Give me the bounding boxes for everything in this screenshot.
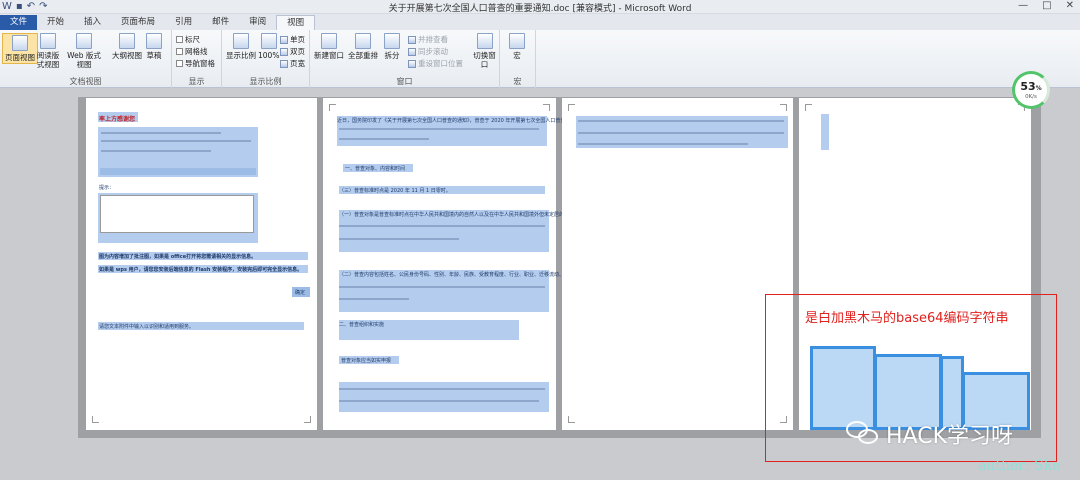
group-window: 新建窗口 全部重排 拆分 并排查看 同步滚动 重设窗口位置 切换窗口 窗口 [310,30,500,88]
tab-mailings[interactable]: 邮件 [202,15,239,30]
author-credit: auther: Ske [978,458,1061,474]
switch-windows-button[interactable]: 切换窗口 [470,33,499,69]
print-layout-button[interactable]: 页面视图 [2,33,38,64]
network-speed-badge[interactable]: 53% 0K/s [1012,71,1050,109]
window-title: 关于开展第七次全国人口普查的重要通知.doc [兼容模式] - Microsof… [388,4,692,14]
macros-button[interactable]: 宏 [509,33,525,60]
wechat-icon [846,421,880,447]
synchronous-scrolling-button[interactable]: 同步滚动 [408,46,448,57]
group-label: 窗口 [396,77,413,86]
magnifier-icon [233,33,249,49]
input-box [100,195,254,233]
page-1[interactable]: 率上方感谢您 提示： 图为内容增加了批注图，如果是 office打开将您需请相关… [86,98,317,430]
new-window-icon [321,33,337,49]
tab-view[interactable]: 视图 [276,15,316,30]
zoom-100-button[interactable]: 100% [258,33,279,60]
window-controls: — □ ✕ [1018,0,1074,11]
group-label: 文档视图 [69,77,102,86]
full-screen-reading-button[interactable]: 阅读版式视图 [34,33,62,69]
outline-icon [119,33,135,49]
tab-file[interactable]: 文件 [0,15,38,30]
arrange-all-button[interactable]: 全部重排 [348,33,378,60]
reading-view-icon [40,33,56,49]
zoom-button[interactable]: 显示比例 [226,33,256,60]
tab-insert[interactable]: 插入 [74,15,111,30]
tab-home[interactable]: 开始 [37,15,74,30]
navigation-pane-checkbox[interactable]: 导航窗格 [176,58,215,69]
tab-page-layout[interactable]: 页面布局 [111,15,165,30]
gridlines-checkbox[interactable]: 网格线 [176,46,208,57]
view-side-by-side-button[interactable]: 并排查看 [408,34,448,45]
page1-confirm-button: 确定 [295,290,306,296]
page-2[interactable]: 近日，国务院印发了《关于开展第七次全国人口普查的通知》，普查于 2020 年开展… [323,98,634,430]
page1-bold-line-1: 图为内容增加了批注图，如果是 office打开将您需请相关的显示信息。 [99,254,257,260]
two-pages-button[interactable]: 双页 [280,46,305,57]
group-macros: 宏 宏 [500,30,536,88]
outline-view-button[interactable]: 大纲视图 [112,33,142,60]
reset-window-position-button[interactable]: 重设窗口位置 [408,58,463,69]
one-page-button[interactable]: 单页 [280,34,305,45]
split-icon [384,33,400,49]
group-document-views: 页面视图 阅读版式视图 Web 版式视图 大纲视图 草稿 文档视图 [0,30,172,88]
minimize-button[interactable]: — [1018,0,1028,11]
group-label: 宏 [513,77,522,86]
watermark: HACK学习呀 [846,418,1013,450]
tab-review[interactable]: 审阅 [239,15,276,30]
new-window-button[interactable]: 新建窗口 [314,33,344,60]
page-width-button[interactable]: 页宽 [280,58,305,69]
title-bar: W ▪ ↶ ↷ 关于开展第七次全国人口普查的重要通知.doc [兼容模式] - … [0,0,1080,14]
annotation-text: 是白加黑木马的base64编码字符串 [805,311,1009,326]
hundred-percent-icon [260,33,277,49]
close-button[interactable]: ✕ [1066,0,1074,11]
split-button[interactable]: 拆分 [384,33,400,60]
tab-references[interactable]: 引用 [165,15,202,30]
group-label: 显示比例 [249,77,282,86]
print-layout-icon [12,35,28,51]
arrange-icon [355,33,371,49]
maximize-button[interactable]: □ [1042,0,1051,11]
web-layout-button[interactable]: Web 版式视图 [64,33,104,69]
page-3[interactable] [562,98,793,430]
ribbon-tabs: 文件 开始 插入 页面布局 引用 邮件 审阅 视图 [0,14,1080,30]
draft-view-button[interactable]: 草稿 [146,33,162,60]
web-layout-icon [76,33,92,49]
ribbon: 页面视图 阅读版式视图 Web 版式视图 大纲视图 草稿 文档视图 标尺 网格线… [0,30,1080,88]
page1-bold-line-2: 如果是 wps 用户，请您您安装后端信息的 Flash 安装程序，安装完后即可完… [99,267,303,273]
group-zoom: 显示比例 100% 单页 双页 页宽 显示比例 [222,30,310,88]
draft-icon [146,33,162,49]
macro-icon [509,33,525,49]
switch-windows-icon [476,33,493,49]
ruler-checkbox[interactable]: 标尺 [176,34,200,45]
group-label: 显示 [188,77,205,86]
group-show: 标尺 网格线 导航窗格 显示 [172,30,222,88]
page1-red-heading: 率上方感谢您 [99,116,136,123]
